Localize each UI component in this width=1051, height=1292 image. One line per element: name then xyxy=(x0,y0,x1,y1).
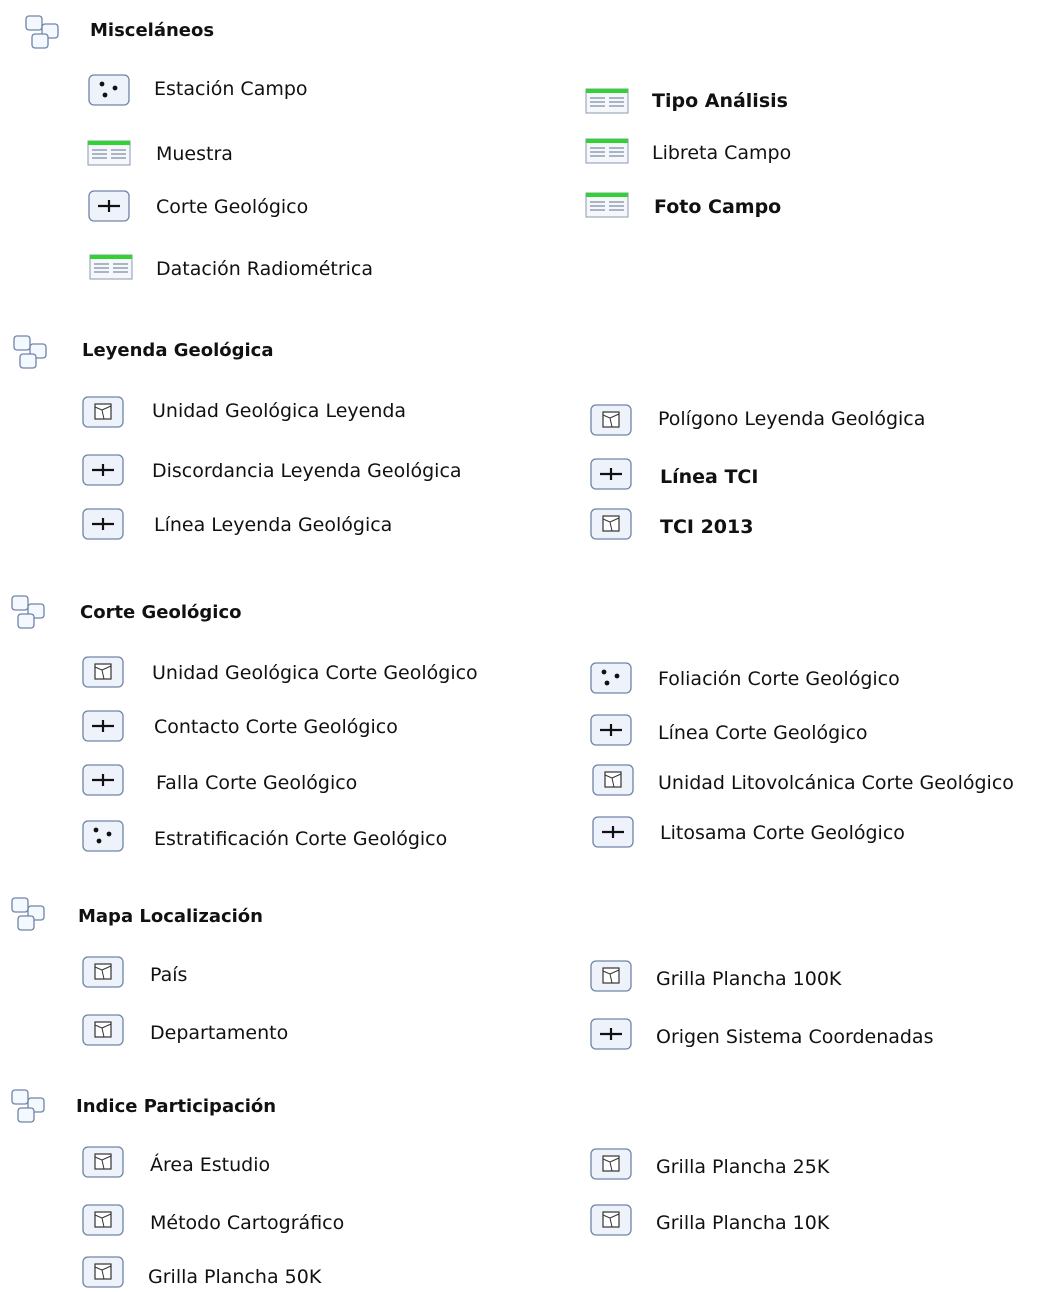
line-feature-icon xyxy=(86,190,132,222)
feature-class-label: Origen Sistema Coordenadas xyxy=(656,1026,934,1048)
feature-class-label: Polígono Leyenda Geológica xyxy=(658,408,926,430)
feature-class-label: País xyxy=(150,964,188,986)
feature-class-label: Unidad Litovolcánica Corte Geológico xyxy=(658,772,1014,794)
feature-dataset-icon xyxy=(24,14,64,50)
table-icon xyxy=(86,138,132,170)
polygon-feature-icon xyxy=(590,764,636,796)
polygon-feature-icon xyxy=(80,1204,126,1236)
group-title: Indice Participación xyxy=(76,1096,277,1117)
polygon-feature-icon xyxy=(80,656,126,688)
polygon-feature-icon xyxy=(588,508,634,540)
group-title: Leyenda Geológica xyxy=(82,340,274,361)
polygon-feature-icon xyxy=(80,396,126,428)
line-feature-icon xyxy=(80,710,126,742)
feature-class-label: Grilla Plancha 50K xyxy=(148,1266,322,1288)
feature-class-label: Línea Leyenda Geológica xyxy=(154,514,393,536)
table-label: Muestra xyxy=(156,143,233,165)
table-label: Datación Radiométrica xyxy=(156,258,374,280)
feature-class-label: Estratificación Corte Geológico xyxy=(154,828,448,850)
group-title: Misceláneos xyxy=(90,20,215,41)
line-feature-icon xyxy=(80,454,126,486)
table-label: Libreta Campo xyxy=(652,142,792,164)
feature-dataset-icon xyxy=(10,896,50,932)
polygon-feature-icon xyxy=(588,1148,634,1180)
feature-class-label: Corte Geológico xyxy=(156,196,309,218)
group-title: Corte Geológico xyxy=(80,602,242,623)
point-feature-icon xyxy=(86,74,132,106)
line-feature-icon xyxy=(80,508,126,540)
feature-class-label: Departamento xyxy=(150,1022,289,1044)
feature-dataset-icon xyxy=(10,594,50,630)
polygon-feature-icon xyxy=(80,1146,126,1178)
polygon-feature-icon xyxy=(588,960,634,992)
feature-class-label: Línea Corte Geológico xyxy=(658,722,868,744)
line-feature-icon xyxy=(588,1018,634,1050)
feature-class-label: Contacto Corte Geológico xyxy=(154,716,398,738)
feature-class-label: Litosama Corte Geológico xyxy=(660,822,905,844)
feature-class-label: Unidad Geológica Corte Geológico xyxy=(152,662,478,684)
line-feature-icon xyxy=(588,458,634,490)
feature-dataset-icon xyxy=(10,1088,50,1124)
polygon-feature-icon xyxy=(588,404,634,436)
feature-class-label: TCI 2013 xyxy=(660,516,754,538)
table-label: Tipo Análisis xyxy=(652,90,788,112)
feature-class-label: Grilla Plancha 10K xyxy=(656,1212,830,1234)
line-feature-icon xyxy=(590,816,636,848)
feature-dataset-icon xyxy=(12,334,52,370)
polygon-feature-icon xyxy=(80,1256,126,1288)
feature-class-label: Foliación Corte Geológico xyxy=(658,668,900,690)
feature-class-label: Grilla Plancha 25K xyxy=(656,1156,830,1178)
feature-class-label: Línea TCI xyxy=(660,466,759,488)
polygon-feature-icon xyxy=(588,1204,634,1236)
line-feature-icon xyxy=(80,764,126,796)
table-icon xyxy=(584,136,630,168)
point-feature-icon xyxy=(588,662,634,694)
line-feature-icon xyxy=(588,714,634,746)
polygon-feature-icon xyxy=(80,956,126,988)
feature-class-label: Método Cartográfico xyxy=(150,1212,345,1234)
group-title: Mapa Localización xyxy=(78,906,263,927)
feature-class-label: Falla Corte Geológico xyxy=(156,772,358,794)
table-icon xyxy=(584,86,630,118)
table-icon xyxy=(584,190,630,222)
table-label: Foto Campo xyxy=(654,196,782,218)
feature-class-label: Área Estudio xyxy=(150,1154,271,1176)
polygon-feature-icon xyxy=(80,1014,126,1046)
feature-class-label: Discordancia Leyenda Geológica xyxy=(152,460,462,482)
point-feature-icon xyxy=(80,820,126,852)
feature-class-label: Unidad Geológica Leyenda xyxy=(152,400,407,422)
feature-class-label: Estación Campo xyxy=(154,78,308,100)
feature-class-label: Grilla Plancha 100K xyxy=(656,968,842,990)
table-icon xyxy=(88,252,134,284)
